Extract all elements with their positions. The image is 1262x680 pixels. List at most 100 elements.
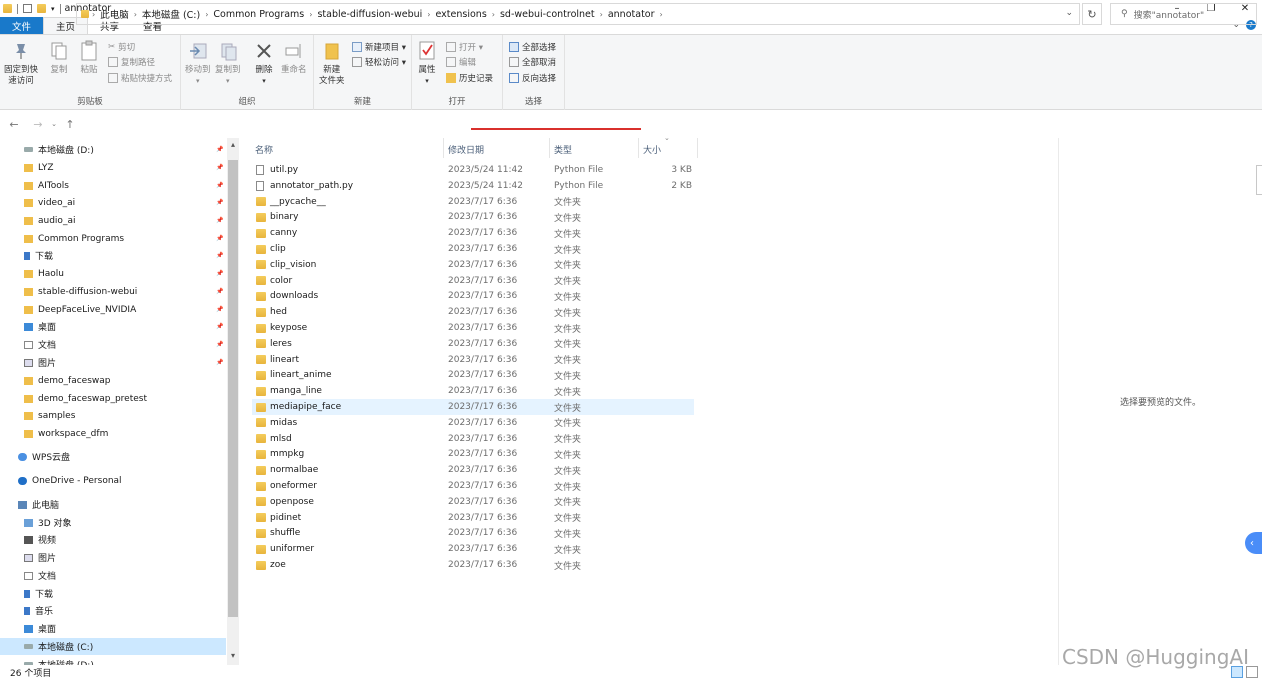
file-row[interactable]: mediapipe_face 2023/7/17 6:36 文件夹 bbox=[252, 399, 694, 415]
forward-arrow-icon[interactable]: → bbox=[31, 118, 45, 131]
sidebar-item[interactable]: stable-diffusion-webui 📌 bbox=[0, 283, 226, 300]
file-row[interactable]: zoe 2023/7/17 6:36 文件夹 bbox=[252, 557, 694, 573]
sidebar-item[interactable]: audio_ai 📌 bbox=[0, 212, 226, 229]
rename-button[interactable]: 重命名 bbox=[281, 39, 307, 76]
column-size[interactable]: 大小 bbox=[643, 143, 661, 156]
breadcrumb-drive-c[interactable]: 本地磁盘 (C:) bbox=[140, 7, 202, 21]
new-folder-button[interactable]: 新建 文件夹 bbox=[319, 39, 345, 87]
sidebar-item[interactable]: 下载 bbox=[0, 585, 226, 602]
file-row[interactable]: clip_vision 2023/7/17 6:36 文件夹 bbox=[252, 257, 694, 273]
chevron-right-icon[interactable]: › bbox=[89, 10, 98, 19]
search-input[interactable]: ⚲ 搜索"annotator" bbox=[1110, 3, 1257, 25]
breadcrumb-annotator[interactable]: annotator bbox=[606, 9, 657, 20]
sidebar-item[interactable]: 桌面 📌 bbox=[0, 318, 226, 335]
sidebar-item[interactable]: WPS云盘 bbox=[0, 448, 226, 465]
column-separator[interactable] bbox=[638, 138, 639, 158]
sidebar-item[interactable]: demo_faceswap bbox=[0, 372, 226, 389]
sidebar-item[interactable]: DeepFaceLive_NVIDIA 📌 bbox=[0, 301, 226, 318]
delete-button[interactable]: 删除 ▾ bbox=[253, 39, 275, 87]
copy-button[interactable]: 复制 bbox=[48, 39, 70, 76]
chevron-right-icon[interactable]: › bbox=[597, 10, 606, 19]
file-row[interactable]: leres 2023/7/17 6:36 文件夹 bbox=[252, 336, 694, 352]
address-dropdown-icon[interactable]: ⌄ bbox=[1065, 8, 1073, 18]
column-separator[interactable] bbox=[549, 138, 550, 158]
sidebar-item[interactable]: 此电脑 bbox=[0, 496, 226, 513]
properties-check-icon[interactable] bbox=[23, 4, 32, 13]
sidebar-item[interactable]: 图片 bbox=[0, 549, 226, 566]
file-row[interactable]: __pycache__ 2023/7/17 6:36 文件夹 bbox=[252, 194, 694, 210]
paste-shortcut-button[interactable]: 粘贴快捷方式 bbox=[108, 72, 172, 84]
file-row[interactable]: binary 2023/7/17 6:36 文件夹 bbox=[252, 209, 694, 225]
address-bar[interactable]: › 此电脑 › 本地磁盘 (C:) › Common Programs › st… bbox=[76, 3, 1080, 25]
file-row[interactable]: lineart_anime 2023/7/17 6:36 文件夹 bbox=[252, 367, 694, 383]
file-row[interactable]: color 2023/7/17 6:36 文件夹 bbox=[252, 273, 694, 289]
breadcrumb-sd-webui-controlnet[interactable]: sd-webui-controlnet bbox=[498, 9, 597, 20]
file-row[interactable]: shuffle 2023/7/17 6:36 文件夹 bbox=[252, 525, 694, 541]
sidebar-item[interactable]: video_ai 📌 bbox=[0, 194, 226, 211]
file-row[interactable]: manga_line 2023/7/17 6:36 文件夹 bbox=[252, 383, 694, 399]
sidebar-item[interactable]: LYZ 📌 bbox=[0, 159, 226, 176]
sidebar-item[interactable]: 3D 对象 bbox=[0, 514, 226, 531]
sidebar-item[interactable]: 本地磁盘 (D:) 📌 bbox=[0, 141, 226, 158]
sidebar-item[interactable]: Common Programs 📌 bbox=[0, 230, 226, 247]
up-arrow-icon[interactable]: ↑ bbox=[63, 118, 77, 131]
copy-path-button[interactable]: 复制路径 bbox=[108, 56, 155, 68]
history-button[interactable]: 历史记录 bbox=[446, 72, 493, 84]
chevron-right-icon[interactable]: › bbox=[424, 10, 433, 19]
chevron-right-icon[interactable]: › bbox=[131, 10, 140, 19]
sidebar-item[interactable]: 下载 📌 bbox=[0, 247, 226, 264]
new-folder-icon[interactable] bbox=[37, 4, 46, 13]
chevron-right-icon[interactable]: › bbox=[657, 10, 666, 19]
recent-locations-icon[interactable]: ⌄ bbox=[47, 120, 61, 128]
column-name[interactable]: 名称 bbox=[255, 143, 273, 156]
file-row[interactable]: util.py 2023/5/24 11:42 Python File 3 KB bbox=[252, 162, 694, 178]
sidebar-item[interactable]: 图片 📌 bbox=[0, 354, 226, 371]
edit-button[interactable]: 编辑 bbox=[446, 56, 476, 68]
invert-selection-button[interactable]: 反向选择 bbox=[509, 72, 556, 84]
sidebar-item[interactable]: OneDrive - Personal bbox=[0, 472, 226, 489]
file-row[interactable]: oneformer 2023/7/17 6:36 文件夹 bbox=[252, 478, 694, 494]
select-none-button[interactable]: 全部取消 bbox=[509, 56, 556, 68]
file-row[interactable]: pidinet 2023/7/17 6:36 文件夹 bbox=[252, 510, 694, 526]
breadcrumb-extensions[interactable]: extensions bbox=[434, 9, 489, 20]
column-separator[interactable] bbox=[697, 138, 698, 158]
file-row[interactable]: midas 2023/7/17 6:36 文件夹 bbox=[252, 415, 694, 431]
file-row[interactable]: keypose 2023/7/17 6:36 文件夹 bbox=[252, 320, 694, 336]
refresh-button[interactable]: ↻ bbox=[1082, 3, 1102, 25]
sidebar-item[interactable]: workspace_dfm bbox=[0, 425, 226, 442]
column-separator[interactable] bbox=[443, 138, 444, 158]
file-row[interactable]: downloads 2023/7/17 6:36 文件夹 bbox=[252, 288, 694, 304]
file-row[interactable]: hed 2023/7/17 6:36 文件夹 bbox=[252, 304, 694, 320]
breadcrumb-this-pc[interactable]: 此电脑 bbox=[98, 7, 131, 21]
sidebar-item[interactable]: demo_faceswap_pretest bbox=[0, 390, 226, 407]
sidebar-item[interactable]: 桌面 bbox=[0, 620, 226, 637]
file-row[interactable]: mlsd 2023/7/17 6:36 文件夹 bbox=[252, 431, 694, 447]
chevron-right-icon[interactable]: › bbox=[489, 10, 498, 19]
file-row[interactable]: annotator_path.py 2023/5/24 11:42 Python F… bbox=[252, 178, 694, 194]
file-row[interactable]: canny 2023/7/17 6:36 文件夹 bbox=[252, 225, 694, 241]
column-date[interactable]: 修改日期 bbox=[448, 143, 484, 156]
nav-scrollbar-thumb[interactable] bbox=[228, 160, 238, 617]
chevron-right-icon[interactable]: › bbox=[202, 10, 211, 19]
side-panel-tab[interactable] bbox=[1256, 165, 1262, 195]
pin-quick-access-button[interactable]: 固定到快 速访问 bbox=[4, 39, 38, 87]
easy-access-button[interactable]: 轻松访问 ▾ bbox=[352, 56, 406, 68]
floating-side-button[interactable]: ‹ bbox=[1245, 532, 1262, 554]
column-type[interactable]: 类型 bbox=[554, 143, 572, 156]
back-arrow-icon[interactable]: ← bbox=[7, 118, 21, 131]
scroll-down-icon[interactable]: ▾ bbox=[228, 651, 238, 660]
copy-to-button[interactable]: 复制到 ▾ bbox=[215, 39, 241, 87]
sidebar-item[interactable]: 本地磁盘 (D:) bbox=[0, 656, 226, 665]
tab-file[interactable]: 文件 bbox=[0, 17, 44, 34]
file-row[interactable]: normalbae 2023/7/17 6:36 文件夹 bbox=[252, 462, 694, 478]
file-row[interactable]: uniformer 2023/7/17 6:36 文件夹 bbox=[252, 541, 694, 557]
select-all-button[interactable]: 全部选择 bbox=[509, 41, 556, 53]
file-row[interactable]: mmpkg 2023/7/17 6:36 文件夹 bbox=[252, 446, 694, 462]
open-button[interactable]: 打开 ▾ bbox=[446, 41, 483, 53]
sidebar-item[interactable]: 视频 bbox=[0, 531, 226, 548]
chevron-right-icon[interactable]: › bbox=[306, 10, 315, 19]
file-row[interactable]: clip 2023/7/17 6:36 文件夹 bbox=[252, 241, 694, 257]
paste-button[interactable]: 粘贴 bbox=[78, 39, 100, 76]
sidebar-item[interactable]: Haolu 📌 bbox=[0, 265, 226, 282]
breadcrumb-stable-diffusion-webui[interactable]: stable-diffusion-webui bbox=[315, 9, 424, 20]
